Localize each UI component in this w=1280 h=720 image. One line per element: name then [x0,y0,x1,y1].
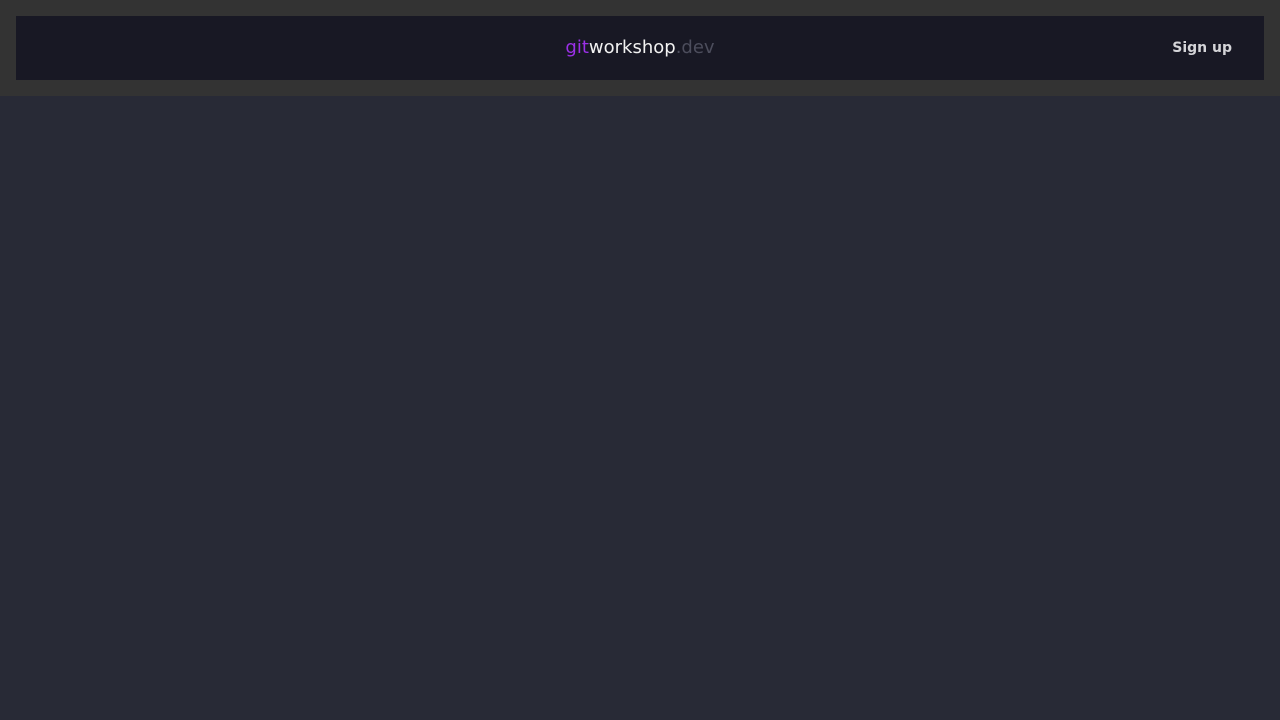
navbar: gitworkshop.dev Sign up [16,16,1264,80]
logo-part-workshop: workshop [588,37,676,58]
site-logo-wrapper: gitworkshop.dev [16,16,1264,80]
header-band: gitworkshop.dev Sign up [0,0,1280,96]
sign-up-button[interactable]: Sign up [1172,16,1232,80]
main-content-area [0,96,1280,720]
site-logo-link[interactable]: gitworkshop.dev [565,37,714,58]
logo-part-git: git [565,37,589,58]
logo-part-tld: .dev [675,37,715,58]
